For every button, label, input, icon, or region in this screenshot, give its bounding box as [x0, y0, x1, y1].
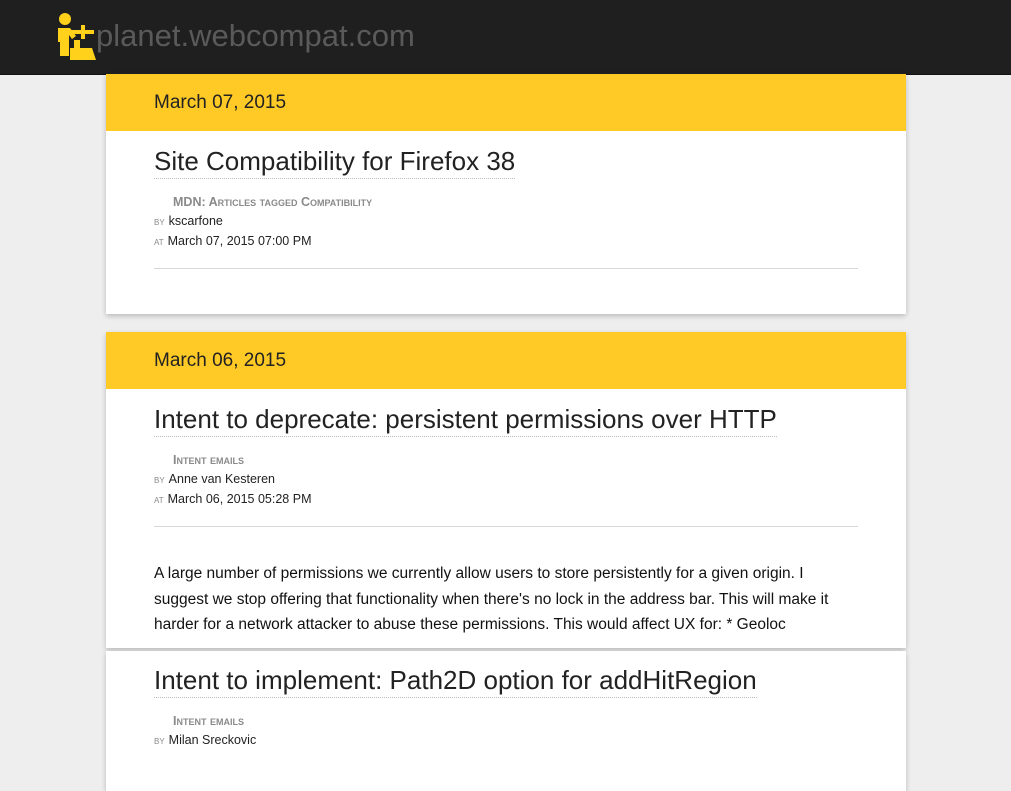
at-label: at	[154, 236, 164, 248]
by-label: by	[154, 735, 165, 747]
date-header: March 07, 2015	[106, 74, 906, 131]
entry-author: Milan Sreckovic	[168, 733, 257, 747]
by-label: by	[154, 474, 165, 486]
site-title[interactable]: planet.webcompat.com	[96, 18, 415, 54]
entry-source[interactable]: Intent emails	[154, 714, 244, 728]
entry-author: kscarfone	[168, 214, 223, 228]
entry-time[interactable]: March 07, 2015 07:00 PM	[168, 234, 312, 248]
day-card: March 06, 2015 Intent to deprecate: pers…	[106, 332, 906, 648]
date-header: March 06, 2015	[106, 332, 906, 389]
day-date: March 07, 2015	[154, 92, 287, 113]
entry-time[interactable]: March 06, 2015 05:28 PM	[168, 492, 312, 506]
entry: Intent to deprecate: persistent permissi…	[106, 389, 906, 638]
day-card: March 07, 2015 Site Compatibility for Fi…	[106, 74, 906, 314]
entry-divider	[154, 268, 858, 269]
entry-source[interactable]: MDN: Articles tagged Compatibility	[154, 195, 372, 209]
at-label: at	[154, 494, 164, 506]
top-bar: planet.webcompat.com	[0, 0, 1011, 75]
entry: Site Compatibility for Firefox 38 MDN: A…	[106, 131, 906, 269]
by-label: by	[154, 216, 165, 228]
entry-divider	[154, 526, 858, 527]
entry-meta: Intent emails by Milan Sreckovic	[154, 712, 858, 751]
entry-meta: Intent emails by Anne van Kesteren at Marc…	[154, 451, 858, 510]
entry-title-link[interactable]: Intent to implement: Path2D option for a…	[154, 664, 757, 698]
entry-author: Anne van Kesteren	[168, 472, 275, 486]
entry-title-link[interactable]: Intent to deprecate: persistent permissi…	[154, 403, 777, 437]
day-date: March 06, 2015	[154, 350, 287, 371]
webcompat-logo-icon[interactable]	[56, 12, 96, 64]
entry-meta: MDN: Articles tagged Compatibility by ksc…	[154, 193, 858, 252]
entry-excerpt: A large number of permissions we current…	[154, 565, 829, 633]
entry-card: Intent to implement: Path2D option for a…	[106, 651, 906, 791]
entry: Intent to implement: Path2D option for a…	[106, 651, 906, 751]
entry-title-link[interactable]: Site Compatibility for Firefox 38	[154, 145, 516, 179]
entry-source[interactable]: Intent emails	[154, 453, 244, 467]
